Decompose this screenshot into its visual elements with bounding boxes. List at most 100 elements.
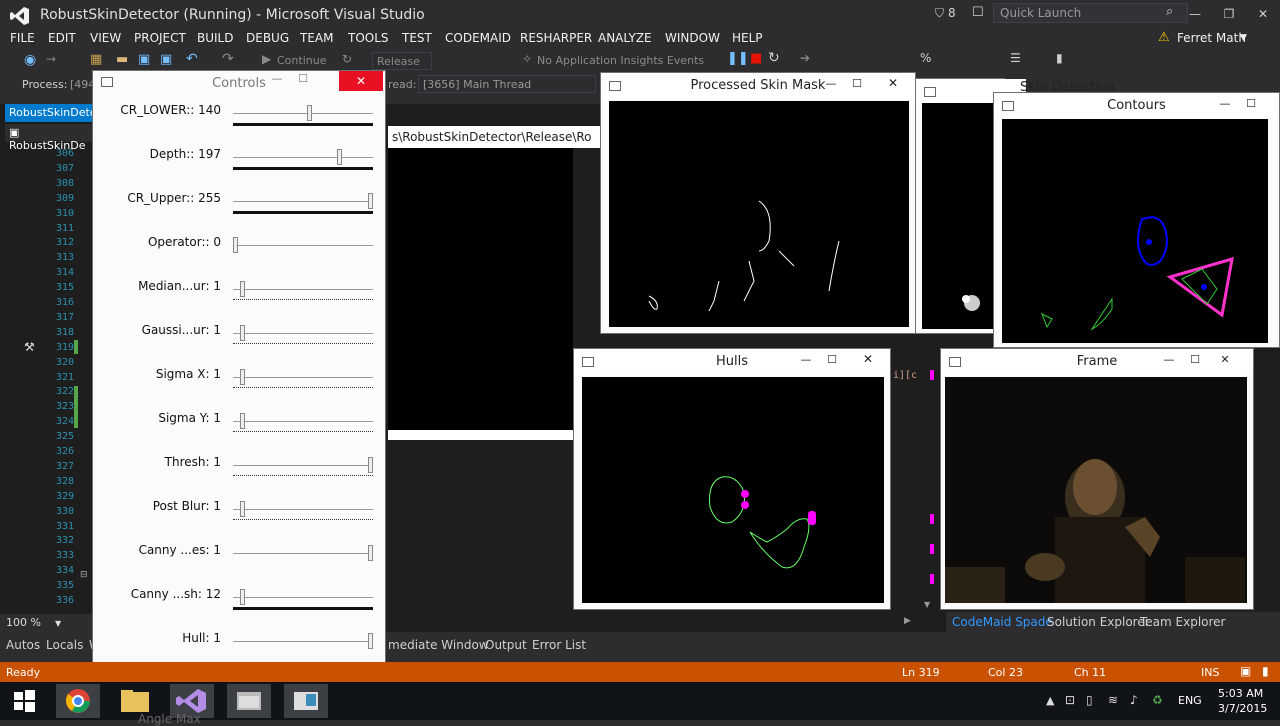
hex-display-icon[interactable]: % — [920, 51, 931, 65]
continue-icon[interactable]: ▶ — [262, 52, 271, 66]
undo-icon[interactable]: ↶ — [186, 51, 198, 67]
menu-test[interactable]: TEST — [402, 31, 432, 45]
close-button[interactable]: ✕ — [871, 73, 915, 93]
window-controls[interactable]: Controls — ☐ ✕ CR_LOWER:: 140 Depth:: 197… — [92, 70, 386, 720]
trackbar-thumb[interactable] — [336, 149, 342, 165]
start-button[interactable] — [0, 684, 48, 718]
trackbar-track[interactable] — [233, 597, 373, 598]
trackbar-track[interactable] — [233, 377, 373, 378]
minimize-button[interactable]: — — [823, 77, 839, 93]
network-icon[interactable]: ⊡ — [1065, 693, 1075, 707]
clock-time[interactable]: 5:03 AM — [1218, 687, 1263, 700]
trackbar-thumb[interactable] — [239, 413, 245, 429]
trackbar-thumb[interactable] — [307, 105, 313, 121]
minimize-button[interactable]: — — [798, 353, 814, 369]
insights-icon[interactable]: ✧ — [522, 52, 532, 66]
pause-icon[interactable]: ❚❚ — [727, 51, 749, 66]
tab-output[interactable]: Output — [485, 638, 527, 652]
stop-icon[interactable]: ■ — [750, 51, 762, 66]
menu-window[interactable]: WINDOW — [665, 31, 720, 45]
scroll-down-icon[interactable]: ▼ — [924, 600, 930, 609]
trackbar-track[interactable] — [233, 157, 373, 158]
menu-file[interactable]: FILE — [10, 31, 35, 45]
insights-status[interactable]: No Application Insights Events — [537, 54, 704, 67]
restart-debug-icon[interactable]: ↻ — [768, 50, 780, 66]
bookmark-icon[interactable]: ▮ — [1056, 51, 1063, 65]
chrome-taskbar-button[interactable] — [56, 684, 100, 718]
quick-launch-input[interactable]: Quick Launch — [993, 3, 1188, 23]
forward-icon[interactable]: → — [46, 52, 56, 66]
window-skin-detection[interactable] — [915, 78, 1026, 334]
trackbar-track[interactable] — [233, 245, 373, 246]
trackbar-thumb[interactable] — [239, 501, 245, 517]
window-hulls[interactable]: Hulls — ☐ ✕ — [573, 348, 891, 610]
app-window-taskbar-button[interactable] — [227, 684, 271, 718]
trackbar-track[interactable] — [233, 553, 373, 554]
save-all-icon[interactable]: ▣ — [160, 52, 172, 67]
notification-flag-icon[interactable]: ⛉ — [935, 6, 944, 21]
menu-view[interactable]: VIEW — [90, 31, 121, 45]
trackbar-thumb[interactable] — [239, 369, 245, 385]
close-button[interactable]: ✕ — [1246, 1, 1280, 27]
wifi-icon[interactable]: ≋ — [1108, 693, 1118, 707]
maximize-button[interactable]: ❐ — [1212, 1, 1246, 27]
opencv-window-taskbar-button[interactable] — [284, 684, 328, 718]
trackbar-thumb[interactable] — [368, 457, 373, 473]
menu-edit[interactable]: EDIT — [48, 31, 76, 45]
tab-robustskindetector[interactable]: RobustSkinDetec — [5, 104, 103, 122]
menu-resharper[interactable]: RESHARPER — [520, 31, 592, 45]
scroll-right-icon[interactable]: ▶ — [904, 616, 911, 626]
maximize-button[interactable]: ☐ — [1187, 353, 1203, 369]
trackbar-track[interactable] — [233, 641, 373, 642]
trackbar-track[interactable] — [233, 113, 373, 114]
trackbar-track[interactable] — [233, 333, 373, 334]
trackbar-thumb[interactable] — [239, 325, 245, 341]
tab-locals[interactable]: Locals — [46, 638, 83, 652]
menu-help[interactable]: HELP — [732, 31, 763, 45]
comment-icon[interactable]: ☰ — [1010, 51, 1021, 65]
back-icon[interactable]: ◉ — [24, 52, 36, 68]
trackbar-thumb[interactable] — [239, 589, 245, 605]
zoom-select[interactable]: 100 % ▼ — [0, 614, 95, 632]
open-folder-icon[interactable]: ▬ — [116, 52, 128, 67]
tab-codemaid-spade[interactable]: CodeMaid Spade — [952, 615, 1053, 629]
show-hidden-icons-icon[interactable]: ▲ — [1046, 694, 1054, 707]
menu-team[interactable]: TEAM — [300, 31, 333, 45]
menu-project[interactable]: PROJECT — [134, 31, 186, 45]
configuration-select[interactable]: Release — [372, 52, 432, 70]
minimize-button[interactable]: — — [269, 72, 285, 88]
new-project-icon[interactable]: ▦ — [90, 52, 102, 67]
user-name[interactable]: Ferret Math — [1177, 31, 1246, 45]
minimize-button[interactable]: — — [1217, 97, 1233, 113]
trackbar-track[interactable] — [233, 421, 373, 422]
menu-codemaid[interactable]: CODEMAID — [445, 31, 511, 45]
volume-icon[interactable]: ♪ — [1130, 693, 1138, 707]
maximize-button[interactable]: ☐ — [1243, 97, 1259, 113]
trackbar-track[interactable] — [233, 289, 373, 290]
continue-button[interactable]: Continue — [277, 54, 326, 67]
sync-icon[interactable]: ♻ — [1152, 693, 1163, 707]
window-contours[interactable]: Contours — ☐ — [993, 92, 1280, 348]
clock-date[interactable]: 3/7/2015 — [1218, 702, 1267, 715]
restart-icon[interactable]: ↻ — [342, 52, 352, 66]
chevron-down-icon[interactable]: ▼ — [1240, 33, 1247, 43]
resize-grip-icon[interactable]: ▮ — [1262, 664, 1269, 678]
redo-icon[interactable]: ↷ — [222, 51, 234, 67]
save-icon[interactable]: ▣ — [138, 52, 150, 67]
minimize-button[interactable]: — — [1178, 1, 1212, 27]
tab-solution-explorer[interactable]: Solution Explorer — [1047, 615, 1150, 629]
window-processed-skin-mask[interactable]: Processed Skin Mask — ☐ ✕ — [600, 72, 916, 334]
tab-autos[interactable]: Autos — [6, 638, 40, 652]
minimize-button[interactable]: — — [1161, 353, 1177, 369]
close-button[interactable]: ✕ — [1217, 353, 1233, 369]
trackbar-thumb[interactable] — [368, 545, 373, 561]
trackbar-track[interactable] — [233, 465, 373, 466]
menu-debug[interactable]: DEBUG — [246, 31, 289, 45]
window-frame[interactable]: Frame — ☐ ✕ — [940, 348, 1254, 610]
feedback-icon[interactable]: ☐ — [972, 5, 984, 20]
language-indicator[interactable]: ENG — [1178, 694, 1202, 707]
trackbar-thumb[interactable] — [368, 633, 373, 649]
collapse-icon[interactable]: ⊟ — [80, 570, 88, 580]
maximize-button[interactable]: ☐ — [824, 353, 840, 369]
close-button[interactable]: ✕ — [339, 71, 383, 91]
